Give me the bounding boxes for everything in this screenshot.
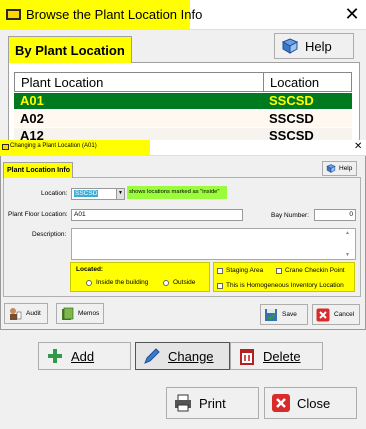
help-label: Help	[305, 38, 332, 54]
inner-app-icon	[2, 144, 9, 150]
cell-location: SSCSD	[269, 93, 314, 108]
cancel-icon	[316, 308, 330, 321]
pencil-icon	[144, 348, 160, 364]
close-button[interactable]: Close	[264, 387, 357, 419]
table-row[interactable]: A01 SSCSD	[14, 93, 352, 109]
save-icon	[265, 308, 277, 321]
column-header-plant-location[interactable]: Plant Location	[21, 75, 103, 90]
audit-button[interactable]: Audit	[4, 303, 48, 324]
chevron-down-icon[interactable]: ▼	[116, 189, 124, 199]
tab-plant-location-info[interactable]: Plant Location Info	[3, 162, 73, 178]
radio-inside[interactable]	[86, 280, 92, 286]
staging-area-checkbox[interactable]	[217, 268, 223, 274]
bay-number-label: Bay Number:	[271, 212, 309, 219]
save-label: Save	[282, 311, 297, 318]
memos-button[interactable]: Memos	[56, 303, 104, 324]
help-book-icon	[281, 38, 299, 54]
audit-icon	[10, 307, 22, 320]
table-row[interactable]: A02 SSCSD	[14, 111, 352, 127]
plus-icon	[48, 349, 62, 363]
scroll-down-icon[interactable]: ▼	[345, 252, 350, 258]
floor-location-input[interactable]: A01	[71, 209, 243, 221]
location-select[interactable]: SSCSD ▼	[71, 188, 125, 200]
inner-dialog-title: Changing a Plant Location (A01)	[10, 143, 97, 149]
help-book-icon	[326, 164, 336, 173]
change-button[interactable]: Change	[135, 342, 230, 370]
close-icon[interactable]: ✕	[341, 3, 363, 25]
description-label: Description:	[32, 231, 67, 238]
outer-help-button[interactable]: Help	[274, 33, 354, 59]
column-header-location[interactable]: Location	[270, 75, 319, 90]
audit-label: Audit	[26, 310, 41, 317]
save-button[interactable]: Save	[260, 304, 308, 325]
table-header: Plant Location Location	[14, 72, 352, 92]
change-label: Change	[168, 348, 214, 364]
location-value: SSCSD	[74, 190, 99, 197]
staging-area-label: Staging Area	[226, 267, 264, 274]
description-textarea[interactable]	[71, 228, 356, 260]
radio-outside[interactable]	[163, 280, 169, 286]
cell-plant: A01	[20, 93, 44, 108]
print-button[interactable]: Print	[166, 387, 259, 419]
tab-by-plant-location[interactable]: By Plant Location	[8, 36, 132, 63]
add-label: Add	[71, 348, 95, 364]
delete-label: Delete	[263, 348, 301, 364]
crane-checkin-checkbox[interactable]	[276, 268, 282, 274]
cancel-button[interactable]: Cancel	[312, 304, 360, 325]
memos-label: Memos	[78, 310, 100, 317]
floor-location-label: Plant Floor Location:	[8, 211, 68, 218]
add-button[interactable]: Add	[38, 342, 131, 370]
cell-location: SSCSD	[269, 111, 314, 126]
located-label: Located:	[76, 266, 104, 273]
radio-inside-label: Inside the building	[96, 279, 149, 286]
app-icon	[6, 9, 21, 20]
homogeneous-checkbox[interactable]	[217, 283, 223, 289]
delete-button[interactable]: Delete	[230, 342, 323, 370]
trash-icon	[240, 349, 254, 365]
inner-help-label: Help	[339, 165, 353, 172]
scroll-up-icon[interactable]: ▲	[345, 230, 350, 236]
location-label: Location:	[41, 190, 68, 197]
close-label: Close	[297, 395, 331, 411]
crane-checkin-label: Crane Checkin Point	[285, 267, 345, 274]
inner-help-button[interactable]: Help	[322, 161, 357, 176]
homogeneous-label: This is Homogeneous Inventory Location	[226, 282, 344, 289]
outer-window-title: Browse the Plant Location Info	[26, 7, 203, 22]
inner-close-icon[interactable]: ✕	[354, 141, 362, 152]
close-x-icon	[272, 394, 290, 412]
cell-plant: A02	[20, 111, 44, 126]
bay-number-input[interactable]: 0	[314, 209, 356, 221]
memos-icon	[62, 307, 74, 320]
printer-icon	[175, 394, 191, 412]
radio-outside-label: Outside	[173, 279, 196, 286]
location-hint: shows locations marked as "inside"	[127, 186, 227, 199]
cancel-label: Cancel	[334, 311, 355, 318]
print-label: Print	[199, 395, 226, 411]
